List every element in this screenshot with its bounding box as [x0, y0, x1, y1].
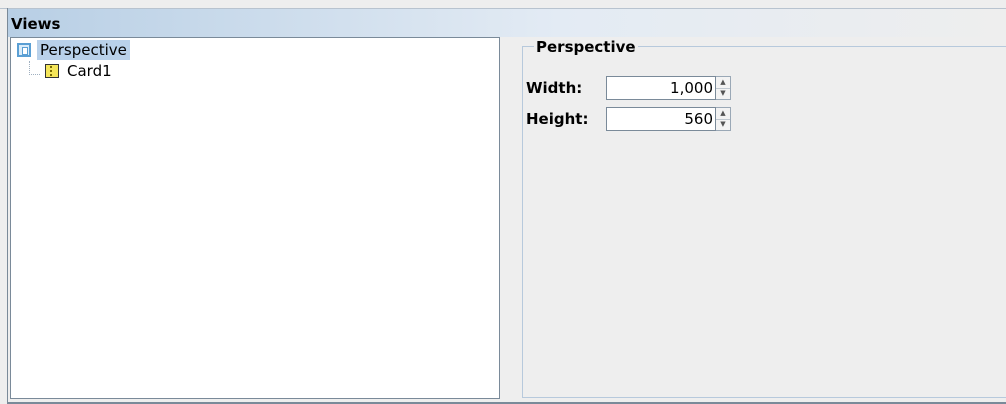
left-border [7, 8, 8, 404]
card-icon [45, 64, 59, 78]
width-field-row: Width: 1,000 ▲ ▼ [526, 76, 731, 100]
tree-node-perspective[interactable]: Perspective [11, 40, 130, 60]
views-tree[interactable]: Perspective Card1 [10, 37, 500, 399]
width-spinner-buttons: ▲ ▼ [716, 76, 731, 100]
group-title: Perspective [534, 38, 638, 56]
width-input[interactable]: 1,000 [606, 76, 716, 100]
views-window: Views Perspective Card1 Perspective Widt… [0, 0, 1006, 404]
views-header: Views [8, 9, 1006, 37]
height-spinner[interactable]: 560 ▲ ▼ [606, 107, 731, 131]
tree-node-label[interactable]: Perspective [37, 40, 130, 60]
height-spinner-buttons: ▲ ▼ [716, 107, 731, 131]
decrement-arrow-icon[interactable]: ▼ [716, 120, 730, 131]
views-title: Views [11, 15, 61, 33]
height-input[interactable]: 560 [606, 107, 716, 131]
height-label: Height: [526, 110, 589, 128]
increment-arrow-icon[interactable]: ▲ [716, 108, 730, 120]
tree-connector-line [29, 61, 40, 75]
tree-node-label[interactable]: Card1 [67, 62, 112, 80]
decrement-arrow-icon[interactable]: ▼ [716, 89, 730, 100]
increment-arrow-icon[interactable]: ▲ [716, 77, 730, 89]
width-spinner[interactable]: 1,000 ▲ ▼ [606, 76, 731, 100]
perspective-icon [17, 43, 31, 57]
tree-node-card1[interactable]: Card1 [11, 61, 131, 81]
height-field-row: Height: 560 ▲ ▼ [526, 107, 731, 131]
width-label: Width: [526, 79, 583, 97]
properties-panel: Perspective Width: 1,000 ▲ ▼ Height: 560… [517, 38, 1006, 402]
